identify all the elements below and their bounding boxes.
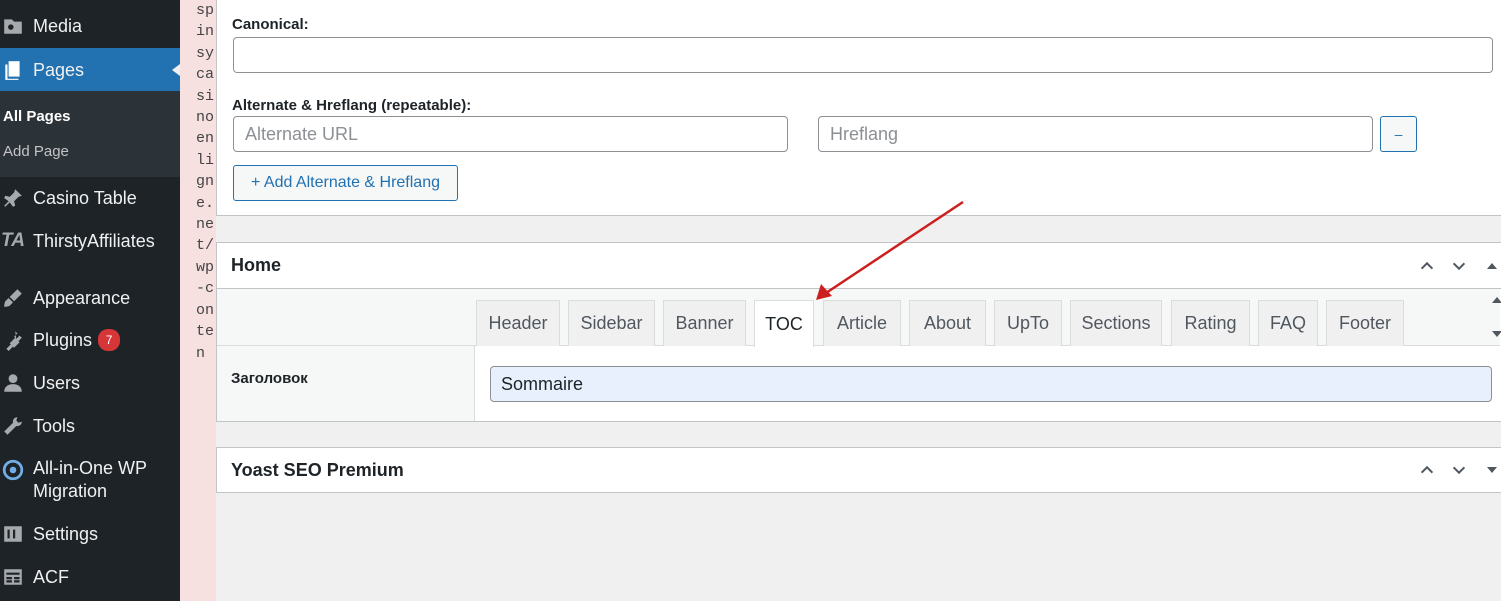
alternate-hreflang-label: Alternate & Hreflang (repeatable): xyxy=(232,97,472,114)
menu-thirstyaffiliates-label: ThirstyAffiliates xyxy=(33,230,155,251)
media-icon xyxy=(0,13,26,39)
tab-toc[interactable]: TOC xyxy=(754,300,814,347)
move-up-icon[interactable] xyxy=(1416,255,1438,277)
remove-alternate-button[interactable]: – xyxy=(1380,116,1417,152)
ta-icon: TA xyxy=(1,230,25,251)
menu-appearance[interactable]: Appearance xyxy=(0,280,180,316)
acf-icon xyxy=(0,564,26,590)
wrench-icon xyxy=(0,413,26,439)
move-down-icon[interactable] xyxy=(1448,255,1470,277)
move-up-icon[interactable] xyxy=(1416,459,1438,481)
menu-settings-label: Settings xyxy=(33,523,99,544)
menu-media[interactable]: Media xyxy=(0,8,180,44)
yoast-metabox: Yoast SEO Premium xyxy=(216,447,1501,493)
menu-tools-label: Tools xyxy=(33,415,76,436)
tab-sections[interactable]: Sections xyxy=(1070,300,1162,346)
submenu-add-page[interactable]: Add Page xyxy=(3,143,69,160)
menu-users[interactable]: Users xyxy=(0,365,180,401)
submenu-all-pages[interactable]: All Pages xyxy=(3,108,71,125)
toc-heading-input[interactable]: Sommaire xyxy=(490,366,1492,402)
brush-icon xyxy=(0,285,26,311)
tab-sidebar[interactable]: Sidebar xyxy=(568,300,655,346)
hreflang-input[interactable]: Hreflang xyxy=(818,116,1373,152)
tab-article[interactable]: Article xyxy=(823,300,901,346)
tab-header[interactable]: Header xyxy=(476,300,560,346)
migration-icon xyxy=(0,457,26,483)
yoast-metabox-title: Yoast SEO Premium xyxy=(231,459,404,480)
pin-icon xyxy=(0,185,26,211)
menu-appearance-label: Appearance xyxy=(33,287,131,308)
expand-toggle-icon[interactable] xyxy=(1481,459,1501,481)
menu-thirstyaffiliates[interactable]: TA ThirstyAffiliates xyxy=(0,223,180,259)
menu-media-label: Media xyxy=(33,15,83,36)
menu-pages[interactable]: Pages xyxy=(0,48,180,92)
menu-plugins[interactable]: Plugins 7 xyxy=(0,322,180,358)
tab-banner[interactable]: Banner xyxy=(663,300,746,346)
menu-casino-table[interactable]: Casino Table xyxy=(0,180,180,216)
home-tabs-row: Header Sidebar Banner TOC Article About … xyxy=(217,289,1500,347)
tab-upto[interactable]: UpTo xyxy=(994,300,1062,346)
home-metabox: Home Header Sidebar Banner TOC Article A… xyxy=(216,242,1501,422)
toc-field-label-cell: Заголовок xyxy=(217,346,475,421)
pages-icon xyxy=(0,57,26,83)
menu-all-in-one-migration[interactable]: All-in-One WP Migration xyxy=(0,457,180,505)
menu-settings[interactable]: Settings xyxy=(0,516,180,552)
menu-users-label: Users xyxy=(33,372,81,393)
tab-faq[interactable]: FAQ xyxy=(1258,300,1318,346)
tabs-scrollbar[interactable] xyxy=(1489,289,1501,349)
tab-footer[interactable]: Footer xyxy=(1326,300,1404,346)
canonical-label: Canonical: xyxy=(232,16,309,33)
user-icon xyxy=(0,370,26,396)
menu-all-in-one-label: All-in-One WP Migration xyxy=(33,458,148,501)
alternate-url-input[interactable]: Alternate URL xyxy=(233,116,788,152)
menu-tools[interactable]: Tools xyxy=(0,408,180,444)
pages-submenu: All Pages Add Page xyxy=(0,91,180,177)
plugin-icon xyxy=(0,327,26,353)
add-alternate-hreflang-button[interactable]: + Add Alternate & Hreflang xyxy=(233,165,458,201)
url-strip-text: spinsycasinoenligne.net/wp-conten xyxy=(196,2,215,362)
menu-casino-table-label: Casino Table xyxy=(33,187,137,208)
menu-acf-label: ACF xyxy=(33,566,69,587)
menu-plugins-label: Plugins xyxy=(33,329,93,350)
seo-meta-panel: Canonical: Alternate & Hreflang (repeata… xyxy=(216,0,1501,216)
home-metabox-header: Home xyxy=(217,243,1501,289)
settings-icon xyxy=(0,521,26,547)
plugins-update-badge: 7 xyxy=(98,329,121,351)
admin-sidebar: Media Pages All Pages Add Page Casino Ta… xyxy=(0,0,180,601)
menu-pages-label: Pages xyxy=(33,59,85,80)
menu-acf[interactable]: ACF xyxy=(0,559,180,595)
canonical-input[interactable] xyxy=(233,37,1493,73)
move-down-icon[interactable] xyxy=(1448,459,1470,481)
tab-about[interactable]: About xyxy=(909,300,986,346)
home-metabox-title: Home xyxy=(231,255,282,275)
tab-rating[interactable]: Rating xyxy=(1171,300,1250,346)
yoast-metabox-header: Yoast SEO Premium xyxy=(217,448,1501,492)
toc-heading-label: Заголовок xyxy=(231,370,308,387)
collapse-toggle-icon[interactable] xyxy=(1481,255,1501,277)
